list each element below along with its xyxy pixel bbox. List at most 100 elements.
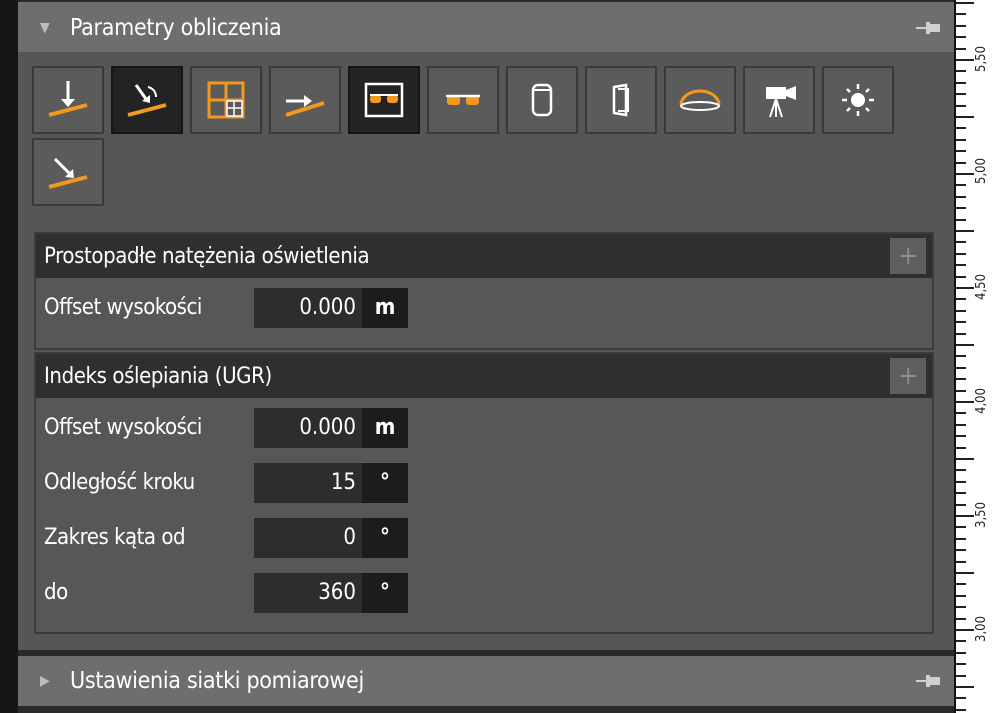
height-offset-row: Offset wysokości 0.000 m [36,286,932,330]
footer-panel-title: Ustawienia siatki pomiarowej [70,668,364,694]
ruler-tick [956,412,966,415]
calculation-parameters-panel: ▼ Parametry obliczenia Prostopadłe natęż… [18,0,954,713]
ruler-tick [956,104,966,107]
ruler-tick [956,127,966,130]
ruler-tick [956,366,966,369]
semicylindrical-illuminance-icon[interactable] [585,66,657,134]
ruler-tick [956,344,974,346]
ruler-label: 5,50 [974,45,989,72]
ruler-tick [956,36,966,39]
step-distance-row: Odległość kroku 15 ° [36,461,932,505]
angle-from-input[interactable]: 0 [254,518,362,558]
horizontal-illuminance-icon[interactable] [269,66,341,134]
ugr-section: Indeks oślepiania (UGR) + Offset wysokoś… [34,352,934,634]
ruler-tick [956,446,966,449]
ruler-tick [956,309,966,312]
ruler-tick [956,537,966,540]
ruler-tick [956,583,966,586]
grid-illuminance-icon[interactable] [190,66,262,134]
ruler-tick [956,651,966,654]
normal-illuminance-icon[interactable] [32,138,104,206]
unit-label: m [362,408,408,448]
ruler-tick [956,184,966,187]
ruler-tick [956,93,966,96]
ruler-tick [956,617,966,620]
measurement-grid-header[interactable]: ▶ Ustawienia siatki pomiarowej [18,656,954,706]
unit-label: ° [362,518,408,558]
ruler-tick [956,708,966,711]
hemispherical-illuminance-icon[interactable] [664,66,736,134]
ruler-tick [956,515,974,517]
ruler-tick [956,560,966,563]
glasses-icon[interactable] [427,66,499,134]
section-title: Indeks oślepiania (UGR) [44,363,272,389]
chevron-right-icon[interactable]: ▶ [40,673,54,689]
ruler-tick [956,526,966,529]
ruler-tick [956,321,966,324]
glasses-framed-icon[interactable] [348,66,420,134]
panel-header[interactable]: ▼ Parametry obliczenia [18,2,954,54]
ruler-label: 3,00 [974,615,989,642]
unit-label: ° [362,463,408,503]
ruler-tick [956,355,966,358]
ruler-tick [956,47,966,50]
pin-icon[interactable] [916,16,942,40]
panel-title: Parametry obliczenia [70,15,282,41]
ruler-tick [956,24,966,27]
ruler-tick [956,116,974,118]
add-button[interactable]: + [890,358,926,394]
ruler-label: 5,00 [974,157,989,184]
pin-icon[interactable] [916,669,942,693]
height-offset-input[interactable]: 0.000 [254,408,362,448]
step-distance-input[interactable]: 15 [254,463,362,503]
cylindrical-illuminance-icon[interactable] [506,66,578,134]
ruler-tick [956,503,966,506]
ruler-tick [956,389,966,392]
ruler-tick [956,629,974,631]
ruler-label: 3,50 [974,501,989,528]
angle-to-row: do 360 ° [36,571,932,615]
ruler-tick [956,594,966,597]
unit-label: m [362,288,408,328]
ruler-tick [956,549,966,552]
unit-label: ° [362,573,408,613]
ruler-tick [956,469,966,472]
add-button[interactable]: + [890,238,926,274]
ruler-label: 4,00 [974,387,989,414]
ruler-tick [956,138,966,141]
angle-to-label: do [44,580,68,605]
ruler-tick [956,230,974,232]
height-offset-input[interactable]: 0.000 [254,288,362,328]
ruler-tick [956,161,966,164]
section-header: Prostopadłe natężenia oświetlenia + [36,234,932,278]
ruler-tick [956,218,966,221]
angle-from-row: Zakres kąta od 0 ° [36,516,932,560]
ruler-tick [956,401,974,403]
perpendicular-illuminance-section: Prostopadłe natężenia oświetlenia + Offs… [34,232,934,350]
ruler-tick [956,686,974,688]
height-offset-label: Offset wysokości [44,415,202,440]
ruler-tick [956,423,966,426]
ruler-tick [956,480,966,483]
section-header: Indeks oślepiania (UGR) + [36,354,932,398]
height-offset-row: Offset wysokości 0.000 m [36,406,932,450]
inclined-illuminance-icon[interactable] [111,66,183,134]
ruler-tick [956,458,974,460]
angle-to-input[interactable]: 360 [254,573,362,613]
ruler-tick [956,435,966,438]
ruler-tick [956,241,966,244]
ruler-tick [956,640,966,643]
ruler-tick [956,674,966,677]
section-title: Prostopadłe natężenia oświetlenia [44,243,370,269]
ruler-tick [956,606,966,609]
ruler-tick [956,252,966,255]
sun-icon[interactable] [822,66,894,134]
angle-from-label: Zakres kąta od [44,525,186,550]
camera-icon[interactable] [743,66,815,134]
ruler-tick [956,70,966,73]
ruler-tick [956,378,966,381]
perpendicular-illuminance-icon[interactable] [32,66,104,134]
ruler-tick [956,207,966,210]
chevron-down-icon[interactable]: ▼ [40,20,54,36]
ruler-tick [956,492,966,495]
